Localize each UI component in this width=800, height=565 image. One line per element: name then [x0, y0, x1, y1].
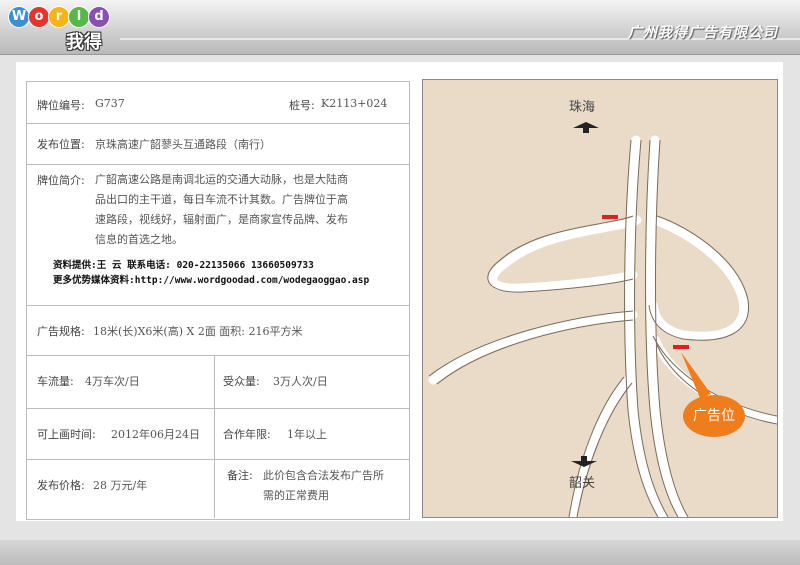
- intro-line: 广韶高速公路是南调北运的交通大动脉，也是大陆商: [95, 173, 348, 186]
- cell-divider: [214, 408, 215, 459]
- note-line: 需的正常费用: [263, 489, 329, 502]
- traffic-value: 4万车次/日: [85, 375, 140, 388]
- row-traffic: 车流量: 4万车次/日 受众量: 3万人次/日: [27, 355, 409, 409]
- website-info: 更多优势媒体资料:http://www.wordgoodad.com/wodeg…: [53, 275, 370, 286]
- note-line: 此价包含合法发布广告所: [263, 469, 384, 482]
- row-spec: 广告规格: 18米(长)X6米(高) X 2面 面积: 216平方米: [27, 305, 409, 356]
- footer-bar: [0, 540, 800, 565]
- logo-letter: W: [8, 6, 30, 28]
- logo-chinese-text: 我得: [66, 32, 102, 53]
- row-start: 可上画时间: 2012年06月24日 合作年限: 1年以上: [27, 408, 409, 460]
- intro-label: 牌位简介:: [37, 174, 85, 187]
- logo-letter: o: [28, 6, 50, 28]
- row-intro: 牌位简介: 广韶高速公路是南调北运的交通大动脉，也是大陆商 品出口的主干道，每日…: [27, 164, 409, 306]
- ad-location-callout: 广告位: [683, 395, 745, 437]
- audience-value: 3万人次/日: [273, 375, 328, 388]
- row-code: 牌位编号: G737 桩号: K2113+024: [27, 82, 409, 124]
- intro-line: 速路段，视线好，辐射面广，是商家宣传品牌、发布: [95, 213, 348, 226]
- term-label: 合作年限:: [223, 428, 271, 441]
- north-city-label: 珠海: [569, 100, 596, 115]
- start-label: 可上画时间:: [37, 428, 96, 441]
- logo-letters: World: [8, 6, 110, 28]
- cell-divider: [214, 355, 215, 408]
- header-bar: World 我得 广州我得广告有限公司: [0, 0, 800, 55]
- roads: [428, 135, 777, 517]
- price-value: 28 万元/年: [93, 479, 148, 492]
- location-label: 发布位置:: [37, 138, 85, 151]
- code-value: G737: [95, 97, 125, 110]
- price-label: 发布价格:: [37, 479, 85, 492]
- row-price: 发布价格: 28 万元/年 备注: 此价包含合法发布广告所 需的正常费用: [27, 459, 409, 518]
- location-map: 珠海 韶关: [422, 79, 778, 518]
- contact-info: 资料提供:王 云 联系电话: 020-22135066 13660509733: [53, 260, 314, 271]
- location-value: 京珠高速广韶蓼头互通路段（南行）: [95, 138, 271, 151]
- north-arrow-icon: [573, 122, 599, 133]
- logo-letter: d: [88, 6, 110, 28]
- row-location: 发布位置: 京珠高速广韶蓼头互通路段（南行）: [27, 123, 409, 165]
- audience-label: 受众量:: [223, 375, 260, 388]
- logo-letter: l: [68, 6, 90, 28]
- term-value: 1年以上: [287, 428, 327, 441]
- company-name: 广州我得广告有限公司: [628, 25, 778, 41]
- stake-label: 桩号:: [289, 99, 315, 112]
- spec-label: 广告规格:: [37, 325, 85, 338]
- logo-letter: r: [48, 6, 70, 28]
- south-city-label: 韶关: [569, 476, 596, 491]
- world-logo: World 我得: [8, 6, 118, 53]
- intro-text: 广韶高速公路是南调北运的交通大动脉，也是大陆商 品出口的主干道，每日车流不计其数…: [95, 170, 400, 250]
- billboard-info-table: 牌位编号: G737 桩号: K2113+024 发布位置: 京珠高速广韶蓼头互…: [26, 81, 410, 520]
- code-label: 牌位编号:: [37, 99, 85, 112]
- note-label: 备注:: [227, 469, 253, 482]
- intro-line: 信息的首选之地。: [95, 233, 183, 246]
- road-map: [428, 122, 777, 517]
- spec-value: 18米(长)X6米(高) X 2面 面积: 216平方米: [93, 325, 303, 338]
- billboard-marker: [602, 215, 618, 219]
- intro-line: 品出口的主干道，每日车流不计其数。广告牌位于高: [95, 193, 348, 206]
- start-value: 2012年06月24日: [111, 428, 200, 441]
- billboard-marker: [673, 345, 689, 349]
- cell-divider: [214, 459, 215, 518]
- stake-value: K2113+024: [321, 97, 388, 110]
- traffic-label: 车流量:: [37, 375, 74, 388]
